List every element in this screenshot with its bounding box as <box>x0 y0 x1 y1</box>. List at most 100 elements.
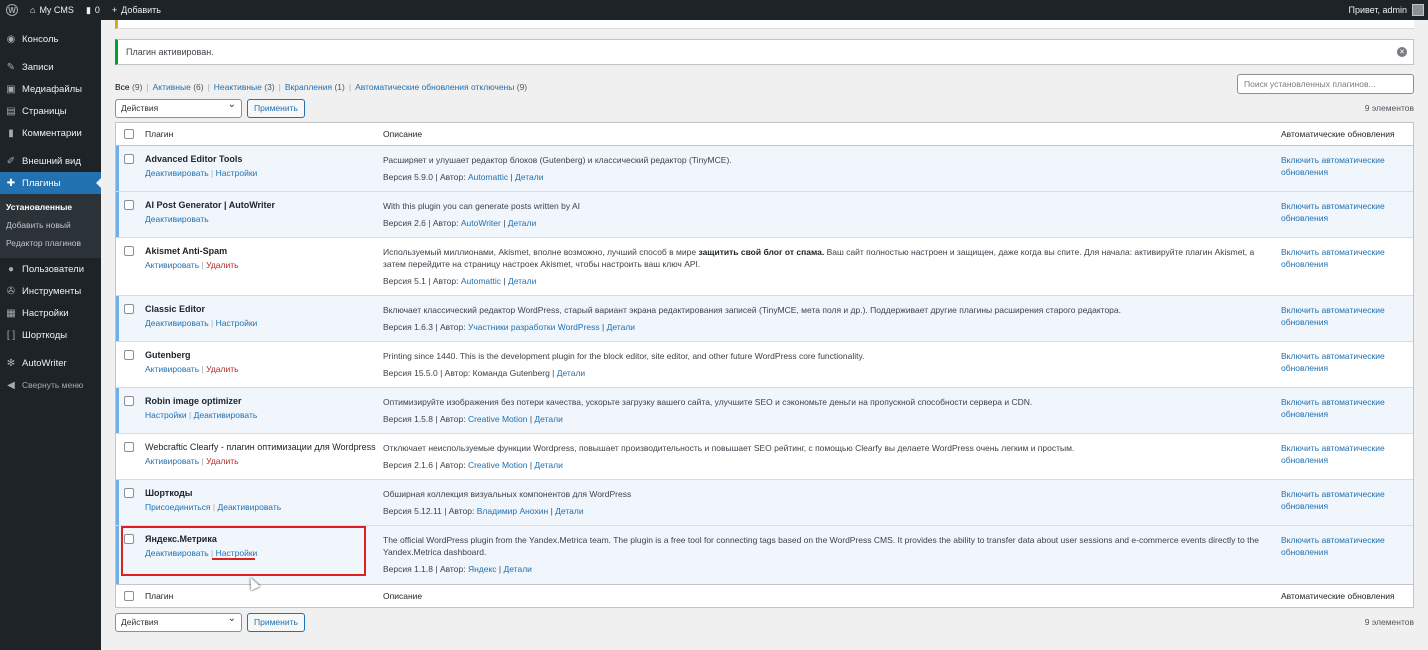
plugin-icon: ✚ <box>6 177 16 189</box>
row-checkbox[interactable] <box>124 200 134 210</box>
deactivate-link[interactable]: Деактивировать <box>217 502 281 512</box>
sidebar-item-posts[interactable]: ✎ Записи <box>0 56 101 78</box>
details-link[interactable]: Детали <box>508 276 536 286</box>
row-checkbox[interactable] <box>124 154 134 164</box>
details-link[interactable]: Детали <box>515 172 543 182</box>
collapse-menu-button[interactable]: ◀ Свернуть меню <box>0 374 101 396</box>
activate-link[interactable]: Активировать <box>145 364 199 374</box>
enable-autoupdates-link[interactable]: Включить автоматические обновления <box>1281 534 1401 558</box>
deactivate-link[interactable]: Деактивировать <box>145 548 209 558</box>
author-link[interactable]: Automattic <box>461 276 501 286</box>
enable-autoupdates-link[interactable]: Включить автоматические обновления <box>1281 396 1401 420</box>
row-checkbox[interactable] <box>124 304 134 314</box>
sidebar-item-plugins[interactable]: ✚ Плагины <box>0 172 101 194</box>
row-checkbox[interactable] <box>124 442 134 452</box>
table-header: Плагин Описание Автоматические обновлени… <box>116 123 1413 146</box>
settings-link[interactable]: Настройки <box>145 410 187 420</box>
details-link[interactable]: Детали <box>555 506 583 516</box>
sidebar-item-dashboard[interactable]: ◉ Консоль <box>0 28 101 50</box>
deactivate-link[interactable]: Деактивировать <box>194 410 258 420</box>
sidebar-item-comments[interactable]: ▮ Комментарии <box>0 122 101 144</box>
apply-button[interactable]: Применить <box>247 613 305 632</box>
filter-all[interactable]: Все (9) <box>115 82 142 92</box>
author-link[interactable]: Creative Motion <box>468 460 528 470</box>
row-checkbox[interactable] <box>124 534 134 544</box>
details-link[interactable]: Детали <box>534 460 562 470</box>
details-link[interactable]: Детали <box>557 368 585 378</box>
submenu-plugin-editor[interactable]: Редактор плагинов <box>0 234 101 252</box>
sidebar-item-users[interactable]: ● Пользователи <box>0 258 101 280</box>
enable-autoupdates-link[interactable]: Включить автоматические обновления <box>1281 488 1401 512</box>
enable-autoupdates-link[interactable]: Включить автоматические обновления <box>1281 154 1401 178</box>
filter-dropins[interactable]: Вкрапления (1) <box>285 82 345 92</box>
sidebar-item-tools[interactable]: ✇ Инструменты <box>0 280 101 302</box>
avatar[interactable] <box>1412 4 1424 16</box>
plugin-description: Оптимизируйте изображения без потери кач… <box>383 397 1033 407</box>
delete-link[interactable]: Удалить <box>206 364 238 374</box>
deactivate-link[interactable]: Деактивировать <box>145 214 209 224</box>
row-checkbox[interactable] <box>124 246 134 256</box>
select-all-checkbox[interactable] <box>124 591 134 601</box>
details-link[interactable]: Детали <box>607 322 635 332</box>
enable-autoupdates-link[interactable]: Включить автоматические обновления <box>1281 200 1401 224</box>
sidebar-item-label: Медиафайлы <box>22 83 83 95</box>
wordpress-logo-button[interactable]: W <box>0 0 24 20</box>
row-checkbox[interactable] <box>124 488 134 498</box>
delete-link[interactable]: Удалить <box>206 260 238 270</box>
bulk-actions-select[interactable]: Действия <box>115 613 242 632</box>
sidebar-item-pages[interactable]: ▤ Страницы <box>0 100 101 122</box>
add-new-link[interactable]: + Добавить <box>106 0 167 20</box>
author-link[interactable]: Automattic <box>468 172 508 182</box>
join-link[interactable]: Присоединиться <box>145 502 211 512</box>
plugin-description: Printing since 1440. This is the develop… <box>383 351 865 361</box>
dismiss-icon[interactable]: ✕ <box>1397 47 1407 57</box>
select-all-checkbox[interactable] <box>124 129 134 139</box>
sidebar-item-media[interactable]: ▣ Медиафайлы <box>0 78 101 100</box>
submenu-add-new[interactable]: Добавить новый <box>0 216 101 234</box>
column-description: Описание <box>383 129 423 139</box>
settings-link[interactable]: Настройки <box>216 168 258 178</box>
sidebar-item-settings[interactable]: ▦ Настройки <box>0 302 101 324</box>
tablenav-bottom: Действия Применить 9 элементов <box>115 613 1414 632</box>
greeting-link[interactable]: Привет, admin <box>1348 5 1407 15</box>
sidebar-item-shortcodes[interactable]: [ ] Шорткоды <box>0 324 101 346</box>
details-link[interactable]: Детали <box>508 218 536 228</box>
sidebar-item-appearance[interactable]: ✐ Внешний вид <box>0 150 101 172</box>
enable-autoupdates-link[interactable]: Включить автоматические обновления <box>1281 442 1401 466</box>
site-name-link[interactable]: ⌂ My CMS <box>24 0 80 20</box>
column-autoupdates: Автоматические обновления <box>1281 591 1395 601</box>
bulk-actions-select[interactable]: Действия <box>115 99 242 118</box>
submenu-installed[interactable]: Установленные <box>0 198 101 216</box>
author-link[interactable]: Яндекс <box>468 564 497 574</box>
deactivate-link[interactable]: Деактивировать <box>145 318 209 328</box>
author-link[interactable]: Участники разработки WordPress <box>468 322 600 332</box>
row-checkbox[interactable] <box>124 396 134 406</box>
filter-autoupdates-disabled[interactable]: Автоматические обновления отключены (9) <box>355 82 527 92</box>
activate-link[interactable]: Активировать <box>145 456 199 466</box>
author-link[interactable]: Владимир Анохин <box>477 506 548 516</box>
details-link[interactable]: Детали <box>503 564 531 574</box>
filter-active[interactable]: Активные (6) <box>153 82 204 92</box>
delete-link[interactable]: Удалить <box>206 456 238 466</box>
column-plugin: Плагин <box>145 129 174 139</box>
add-new-label: Добавить <box>121 5 161 15</box>
sidebar-item-autowriter[interactable]: ✻ AutoWriter <box>0 352 101 374</box>
filter-inactive[interactable]: Неактивные (3) <box>214 82 275 92</box>
plugin-search-input[interactable]: Поиск установленных плагинов... <box>1237 74 1414 94</box>
settings-link[interactable]: Настройки <box>216 318 258 328</box>
details-link[interactable]: Детали <box>534 414 562 424</box>
activate-link[interactable]: Активировать <box>145 260 199 270</box>
comments-link[interactable]: ▮ 0 <box>80 0 106 20</box>
settings-link[interactable]: Настройки <box>216 548 258 558</box>
author-link[interactable]: AutoWriter <box>461 218 501 228</box>
deactivate-link[interactable]: Деактивировать <box>145 168 209 178</box>
table-row: Advanced Editor Tools Деактивировать | Н… <box>116 146 1413 192</box>
row-checkbox[interactable] <box>124 350 134 360</box>
enable-autoupdates-link[interactable]: Включить автоматические обновления <box>1281 304 1401 328</box>
enable-autoupdates-link[interactable]: Включить автоматические обновления <box>1281 246 1401 270</box>
author-link[interactable]: Creative Motion <box>468 414 528 424</box>
sidebar-item-label: Инструменты <box>22 285 82 297</box>
apply-button[interactable]: Применить <box>247 99 305 118</box>
enable-autoupdates-link[interactable]: Включить автоматические обновления <box>1281 350 1401 374</box>
page-icon: ▤ <box>6 105 16 117</box>
